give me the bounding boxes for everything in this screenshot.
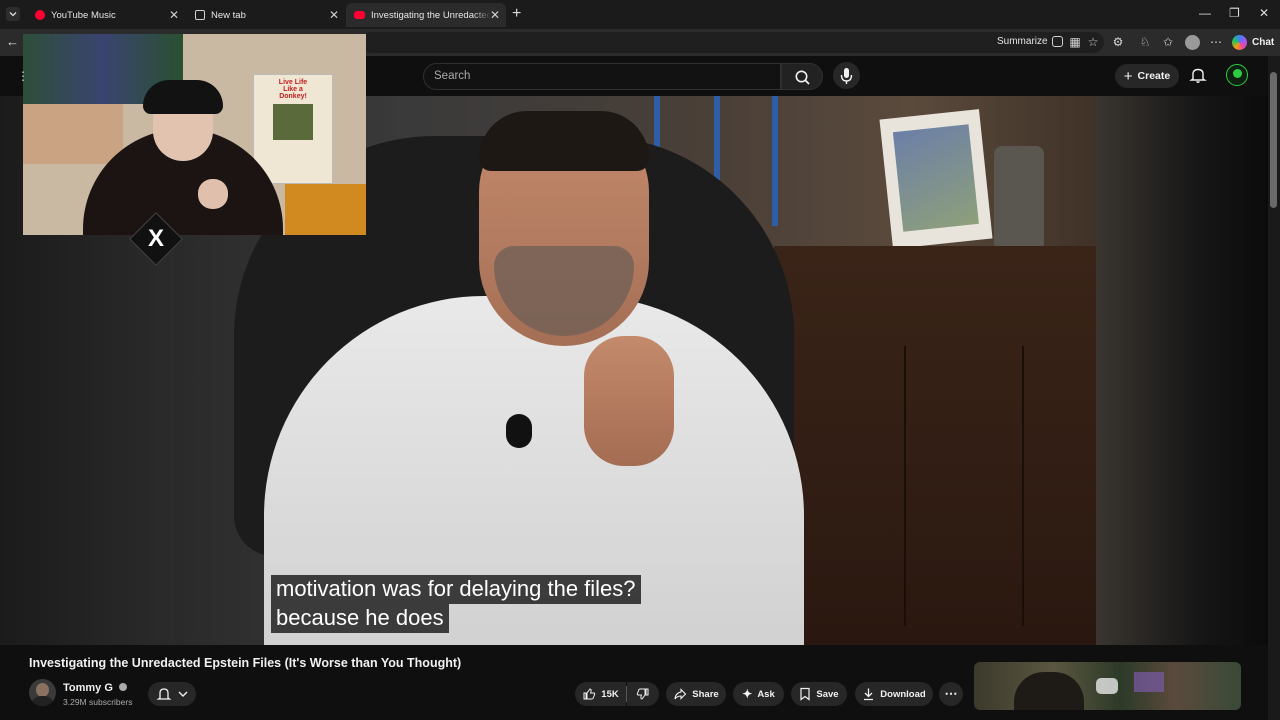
voice-search-button[interactable] — [833, 62, 860, 89]
ellipsis-icon: ⋯ — [944, 686, 958, 701]
tab-label: New tab — [211, 9, 246, 21]
dislike-button[interactable] — [627, 682, 659, 706]
scrollbar-thumb[interactable] — [1270, 72, 1277, 208]
ask-button[interactable]: ✦ Ask — [733, 682, 784, 706]
search-button[interactable] — [781, 63, 823, 90]
like-button[interactable]: 15K — [575, 682, 626, 706]
download-label: Download — [880, 688, 926, 700]
like-icon — [583, 688, 596, 700]
bookmark-icon — [800, 687, 811, 701]
tab-new-tab[interactable]: New tab ✕ — [187, 3, 345, 27]
browser-tab-strip: YouTube Music ✕ New tab ✕ Investigating … — [0, 0, 1280, 29]
close-icon[interactable]: ✕ — [490, 8, 500, 22]
poster-line: Like a — [283, 86, 303, 93]
browser-essentials-icon[interactable]: ♘ — [1138, 35, 1152, 49]
like-count: 15K — [601, 688, 619, 700]
account-avatar[interactable] — [1226, 64, 1248, 86]
caption-line-2: because he does — [271, 604, 449, 633]
download-button[interactable]: Download — [855, 682, 933, 706]
channel-name-label: Tommy G — [63, 682, 113, 694]
search-input[interactable]: Search — [423, 63, 781, 90]
bell-icon — [1189, 68, 1207, 83]
tab-youtube-music[interactable]: YouTube Music ✕ — [27, 3, 185, 27]
address-bar[interactable] — [360, 32, 1104, 53]
profile-icon[interactable] — [1185, 35, 1200, 50]
channel-avatar[interactable] — [29, 679, 56, 706]
lapel-mic — [506, 414, 532, 448]
x-logo-mark: X — [147, 225, 164, 252]
verified-icon — [118, 683, 127, 691]
close-icon[interactable]: ✕ — [1259, 6, 1269, 20]
close-icon[interactable]: ✕ — [169, 8, 179, 22]
youtube-icon — [354, 11, 365, 19]
caption-line-1: motivation was for delaying the files? — [271, 575, 641, 604]
save-label: Save — [816, 688, 839, 700]
summarize-icon — [1051, 36, 1063, 47]
mic-icon — [840, 68, 853, 84]
search-placeholder: Search — [434, 70, 471, 82]
youtube-music-icon — [35, 10, 45, 20]
favorites-icon[interactable]: ✩ — [1161, 35, 1175, 49]
new-tab-icon — [195, 10, 205, 20]
back-icon[interactable]: ← — [6, 34, 19, 49]
summarize-label: Summarize — [997, 36, 1048, 47]
plus-icon[interactable]: + — [512, 5, 521, 23]
favorite-star-icon[interactable]: ☆ — [1086, 35, 1100, 49]
tab-list-icon[interactable] — [6, 7, 20, 21]
subscriber-count: 3.29M subscribers — [63, 697, 133, 707]
video-title: Investigating the Unredacted Epstein Fil… — [29, 656, 462, 670]
close-icon[interactable]: ✕ — [329, 8, 339, 22]
minimize-icon[interactable]: — — [1199, 6, 1211, 20]
create-label: Create — [1137, 70, 1171, 82]
tab-label: Investigating the Unredacted Epstein Fil… — [371, 9, 491, 21]
subscribed-notifications-button[interactable] — [148, 682, 196, 706]
streamer-webcam-overlay: Live Life Like a Donkey! — [23, 34, 366, 235]
more-actions-button[interactable]: ⋯ — [939, 682, 963, 706]
person-hand — [584, 336, 674, 466]
save-button[interactable]: Save — [791, 682, 847, 706]
bell-icon — [156, 688, 172, 700]
copilot-chat-button[interactable]: Chat — [1232, 34, 1274, 51]
notifications-button[interactable] — [1189, 66, 1207, 84]
streamer-hand — [198, 179, 228, 209]
tab-youtube-video[interactable]: Investigating the Unredacted Epstein Fil… — [346, 3, 506, 27]
copilot-icon — [1232, 35, 1247, 50]
plus-icon: + — [1123, 67, 1133, 85]
menu-icon[interactable]: ⋮ — [17, 69, 29, 83]
poster-line: Donkey! — [279, 93, 307, 100]
download-icon — [864, 688, 874, 701]
poster-line: Live Life — [278, 79, 308, 86]
poster: Live Life Like a Donkey! — [253, 74, 333, 184]
ask-label: Ask — [757, 688, 775, 700]
channel-name[interactable]: Tommy G — [63, 682, 127, 694]
summarize-button[interactable]: Summarize — [997, 36, 1063, 47]
sparkle-icon: ✦ — [742, 687, 753, 701]
dislike-icon — [636, 688, 649, 700]
chat-label: Chat — [1252, 37, 1275, 48]
picture-frame — [879, 109, 993, 249]
tab-label: YouTube Music — [51, 9, 116, 21]
recommended-video-thumbnail[interactable] — [974, 662, 1241, 710]
chevron-down-icon — [178, 691, 188, 697]
create-button[interactable]: + Create — [1115, 64, 1179, 88]
search-icon — [795, 70, 810, 85]
share-icon — [674, 688, 687, 700]
share-label: Share — [692, 688, 719, 700]
maximize-icon[interactable]: ❐ — [1229, 6, 1240, 20]
reading-view-icon[interactable]: ▦ — [1068, 35, 1082, 49]
share-button[interactable]: Share — [666, 682, 726, 706]
extensions-icon[interactable]: ⚙ — [1111, 35, 1125, 49]
more-icon[interactable]: ⋯ — [1209, 35, 1223, 49]
